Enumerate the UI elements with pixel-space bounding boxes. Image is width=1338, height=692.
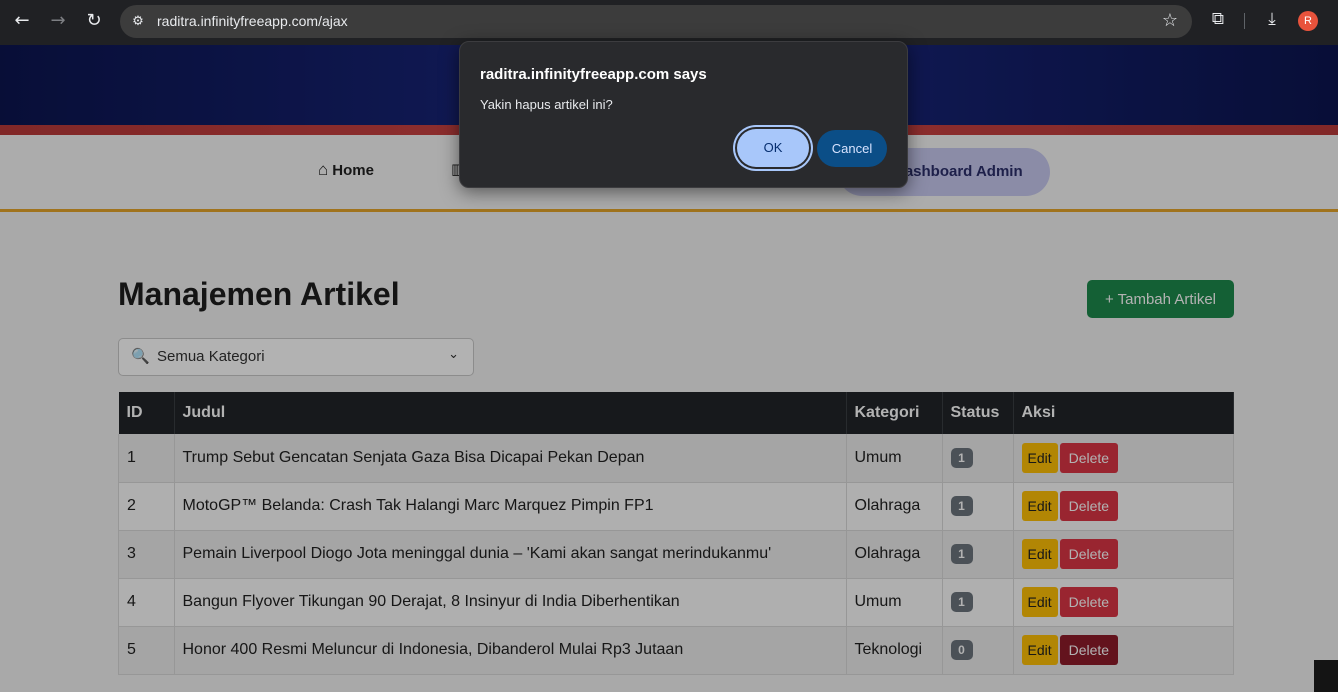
dialog-title: raditra.infinityfreeapp.com says — [480, 66, 707, 83]
download-icon[interactable]: ⤓ — [1261, 9, 1283, 31]
reload-icon[interactable]: ↻ — [80, 7, 108, 35]
profile-avatar[interactable]: R — [1298, 11, 1318, 31]
confirm-dialog: raditra.infinityfreeapp.com says Yakin h… — [459, 41, 908, 188]
ok-button[interactable]: OK — [737, 129, 809, 167]
dialog-message: Yakin hapus artikel ini? — [480, 97, 613, 112]
url-text[interactable]: raditra.infinityfreeapp.com/ajax — [157, 13, 348, 29]
extensions-icon[interactable]: ⧉ — [1207, 9, 1229, 31]
address-bar[interactable]: ⚙ raditra.infinityfreeapp.com/ajax ☆ — [120, 5, 1192, 38]
forward-icon[interactable]: → — [44, 7, 72, 35]
cancel-button[interactable]: Cancel — [817, 130, 887, 167]
site-info-icon[interactable]: ⚙ — [128, 12, 148, 32]
back-icon[interactable]: ← — [8, 7, 36, 35]
bookmark-star-icon[interactable]: ☆ — [1162, 10, 1178, 31]
toolbar-divider — [1244, 13, 1245, 29]
browser-toolbar: ← → ↻ ⚙ raditra.infinityfreeapp.com/ajax… — [0, 0, 1338, 45]
